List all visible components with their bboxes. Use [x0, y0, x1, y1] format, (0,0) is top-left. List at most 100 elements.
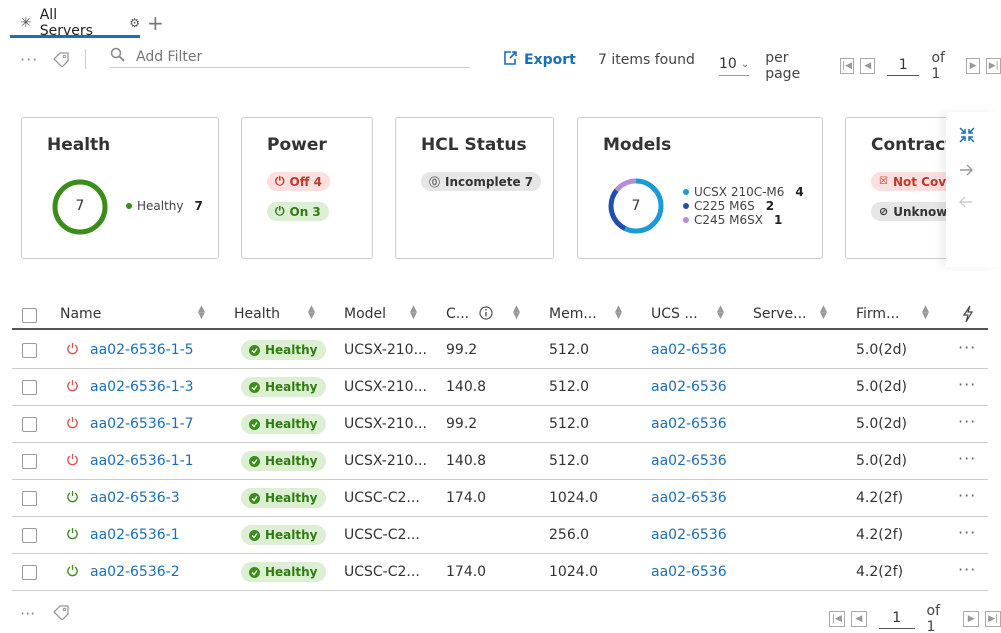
per-page-value: 10	[719, 56, 737, 72]
table-row[interactable]: aa02-6536-1-3 Healthy UCSX-210... 140.8 512.…	[12, 369, 988, 406]
first-page-icon[interactable]: |◀	[829, 611, 845, 627]
col-header-name[interactable]: Name	[60, 306, 101, 322]
page-number-input[interactable]: 1	[886, 57, 920, 76]
per-page-select[interactable]: 10 ⌄	[719, 56, 750, 76]
check-circle-icon	[249, 455, 260, 467]
sort-icon[interactable]: ▲ ▼	[717, 305, 724, 321]
sort-icon[interactable]: ▲ ▼	[198, 305, 205, 321]
row-checkbox[interactable]	[22, 528, 37, 543]
table-row[interactable]: aa02-6536-3 Healthy UCSC-C2... 174.0 1024.0 a…	[12, 480, 988, 517]
row-actions-icon[interactable]: ···	[958, 560, 976, 579]
row-actions-icon[interactable]: ···	[958, 523, 976, 542]
row-checkbox[interactable]	[22, 380, 37, 395]
col-header-memory[interactable]: Mem...	[549, 306, 597, 322]
health-label: Healthy	[265, 417, 318, 431]
toolbar-divider	[85, 49, 86, 69]
next-page-icon[interactable]: ▶	[963, 611, 980, 627]
row-actions-icon[interactable]: ···	[958, 486, 976, 505]
power-off-label: Off 4	[289, 174, 322, 189]
question-circle-icon: ⓪	[429, 175, 440, 189]
server-name-link[interactable]: aa02-6536-1	[90, 527, 180, 543]
col-header-model[interactable]: Model	[344, 306, 386, 322]
table-row[interactable]: aa02-6536-1-7 Healthy UCSX-210... 99.2 512.0…	[12, 406, 988, 443]
filter-bar[interactable]	[110, 46, 470, 68]
table-row[interactable]: aa02-6536-2 Healthy UCSC-C2... 174.0 1024.0 a…	[12, 554, 988, 591]
server-name-link[interactable]: aa02-6536-2	[90, 564, 180, 580]
row-actions-icon[interactable]: ···	[958, 412, 976, 431]
ucs-domain-link[interactable]: aa02-6536	[651, 527, 727, 543]
ucs-domain-link[interactable]: aa02-6536	[651, 490, 727, 506]
select-all-checkbox[interactable]	[22, 308, 37, 323]
col-header-server-profile[interactable]: Serve...	[753, 306, 807, 322]
ucs-domain-link[interactable]: aa02-6536	[651, 453, 727, 469]
hcl-status-card[interactable]: HCL Status ⓪ Incomplete 7	[395, 117, 554, 259]
col-header-ucs-domain[interactable]: UCS ...	[651, 306, 698, 322]
sort-icon[interactable]: ▲ ▼	[922, 305, 929, 321]
arrow-right-icon[interactable]	[958, 162, 974, 182]
server-name-link[interactable]: aa02-6536-1-5	[90, 342, 194, 358]
prev-page-icon[interactable]: ◀	[850, 611, 867, 627]
col-header-firmware[interactable]: Firm...	[856, 306, 899, 322]
server-name-link[interactable]: aa02-6536-1-3	[90, 379, 194, 395]
col-header-cpu[interactable]: C...	[446, 306, 469, 322]
table-row[interactable]: aa02-6536-1 Healthy UCSC-C2... 256.0 aa02-65…	[12, 517, 988, 554]
health-card[interactable]: Health 7 Healthy 7	[21, 117, 219, 259]
memory-cell: 512.0	[549, 342, 590, 358]
tag-icon[interactable]	[52, 604, 70, 624]
ucs-domain-link[interactable]: aa02-6536	[651, 342, 727, 358]
power-on-pill[interactable]: ⏻ On 3	[267, 202, 329, 221]
col-header-health[interactable]: Health	[234, 306, 280, 322]
health-label: Healthy	[265, 565, 318, 579]
row-checkbox[interactable]	[22, 565, 37, 580]
export-button[interactable]: Export	[502, 50, 576, 70]
page-number-input[interactable]: 1	[878, 610, 915, 629]
more-actions-icon[interactable]: ···	[20, 604, 35, 623]
arrow-left-icon[interactable]	[958, 194, 974, 214]
hcl-incomplete-label: Incomplete 7	[445, 174, 534, 189]
add-tab-button[interactable]: +	[147, 13, 164, 33]
server-name-link[interactable]: aa02-6536-1-1	[90, 453, 194, 469]
last-page-icon[interactable]: ▶|	[985, 611, 1001, 627]
gear-icon[interactable]: ⚙	[129, 16, 140, 30]
ucs-domain-link[interactable]: aa02-6536	[651, 379, 727, 395]
tag-icon[interactable]	[52, 51, 70, 71]
sort-icon[interactable]: ▲ ▼	[513, 305, 520, 321]
info-icon[interactable]	[479, 306, 493, 324]
next-page-icon[interactable]: ▶	[965, 58, 981, 74]
ucs-domain-link[interactable]: aa02-6536	[651, 416, 727, 432]
power-off-icon	[66, 453, 79, 470]
sort-icon[interactable]: ▲ ▼	[615, 305, 622, 321]
table-header: Name ▲ ▼ Health ▲ ▼ Model ▲ ▼ C... ▲ ▼ Mem..…	[12, 299, 988, 330]
row-checkbox[interactable]	[22, 343, 37, 358]
row-actions-icon[interactable]: ···	[958, 375, 976, 394]
row-checkbox[interactable]	[22, 417, 37, 432]
power-card[interactable]: Power ⏻ Off 4 ⏻ On 3	[241, 117, 373, 259]
sort-icon[interactable]: ▲ ▼	[410, 305, 417, 321]
table-row[interactable]: aa02-6536-1-1 Healthy UCSX-210... 140.8 512.…	[12, 443, 988, 480]
row-actions-icon[interactable]: ···	[958, 338, 976, 357]
sort-icon[interactable]: ▲ ▼	[820, 305, 827, 321]
row-actions-icon[interactable]: ···	[958, 449, 976, 468]
last-page-icon[interactable]: ▶|	[986, 58, 1001, 74]
row-checkbox[interactable]	[22, 454, 37, 469]
ucs-domain-link[interactable]: aa02-6536	[651, 564, 727, 580]
server-name-link[interactable]: aa02-6536-3	[90, 490, 180, 506]
more-actions-icon[interactable]: ···	[20, 50, 38, 69]
memory-cell: 1024.0	[549, 564, 598, 580]
server-name-link[interactable]: aa02-6536-1-7	[90, 416, 194, 432]
first-page-icon[interactable]: |◀	[839, 58, 855, 74]
health-label: Healthy	[265, 491, 318, 505]
memory-cell: 512.0	[549, 416, 590, 432]
lightning-icon[interactable]	[962, 305, 974, 327]
prev-page-icon[interactable]: ◀	[860, 58, 875, 74]
firmware-cell: 4.2(2f)	[856, 564, 904, 580]
models-card[interactable]: Models 7 UCSX 210C-M6 4 C225 M6S 2 C245 …	[577, 117, 823, 259]
hcl-incomplete-pill[interactable]: ⓪ Incomplete 7	[421, 172, 542, 191]
power-off-pill[interactable]: ⏻ Off 4	[267, 172, 330, 191]
collapse-icon[interactable]	[958, 126, 976, 148]
row-checkbox[interactable]	[22, 491, 37, 506]
sort-icon[interactable]: ▲ ▼	[308, 305, 315, 321]
table-row[interactable]: aa02-6536-1-5 Healthy UCSX-210... 99.2 512.0…	[12, 332, 988, 369]
add-filter-input[interactable]	[136, 48, 436, 65]
tab-all-servers[interactable]: ✳ All Servers ⚙	[10, 7, 140, 39]
